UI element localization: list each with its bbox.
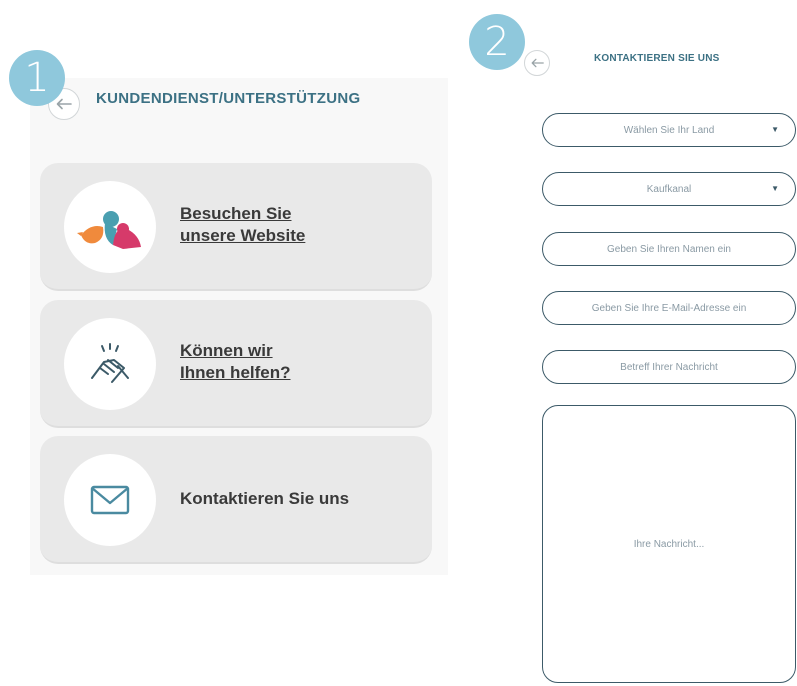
email-field[interactable]: Geben Sie Ihre E-Mail-Adresse ein <box>542 291 796 325</box>
channel-select[interactable]: Kaufkanal ▼ <box>542 172 796 206</box>
page-title: KUNDENDIENST/UNTERSTÜTZUNG <box>96 90 361 107</box>
subject-placeholder: Betreff Ihrer Nachricht <box>620 361 718 373</box>
page-title: KONTAKTIEREN SIE UNS <box>594 53 720 64</box>
contact-card[interactable]: Kontaktieren Sie uns <box>40 436 432 564</box>
handshake-icon <box>64 318 156 410</box>
step-badge-2: 2 <box>469 14 525 70</box>
contact-label: Kontaktieren Sie uns <box>180 488 349 510</box>
card-label-line1: Können wir <box>180 341 273 360</box>
visit-website-card[interactable]: Besuchen Sie unsere Website <box>40 163 432 291</box>
help-card[interactable]: Können wir Ihnen helfen? <box>40 300 432 428</box>
email-placeholder: Geben Sie Ihre E-Mail-Adresse ein <box>591 302 747 314</box>
step-badge-1: 1 <box>9 50 65 106</box>
card-label-line2: unsere Website <box>180 226 306 245</box>
name-placeholder: Geben Sie Ihren Namen ein <box>607 243 731 255</box>
message-placeholder: Ihre Nachricht... <box>633 538 705 550</box>
envelope-icon <box>64 454 156 546</box>
back-button[interactable] <box>524 50 550 76</box>
message-field[interactable]: Ihre Nachricht... <box>542 405 796 683</box>
card-label-line2: Ihnen helfen? <box>180 363 291 382</box>
country-select[interactable]: Wählen Sie Ihr Land ▼ <box>542 113 796 147</box>
name-field[interactable]: Geben Sie Ihren Namen ein <box>542 232 796 266</box>
birds-logo-icon <box>64 181 156 273</box>
caret-down-icon: ▼ <box>771 125 779 134</box>
caret-down-icon: ▼ <box>771 184 779 193</box>
country-select-value: Wählen Sie Ihr Land <box>623 124 715 136</box>
arrow-left-icon <box>56 98 72 110</box>
help-link[interactable]: Können wir Ihnen helfen? <box>180 340 291 384</box>
subject-field[interactable]: Betreff Ihrer Nachricht <box>542 350 796 384</box>
channel-select-value: Kaufkanal <box>646 183 692 195</box>
visit-website-link[interactable]: Besuchen Sie unsere Website <box>180 203 305 247</box>
card-label-line1: Besuchen Sie <box>180 204 292 223</box>
card-label-line1: Kontaktieren Sie uns <box>180 489 350 508</box>
arrow-left-icon <box>531 58 544 68</box>
